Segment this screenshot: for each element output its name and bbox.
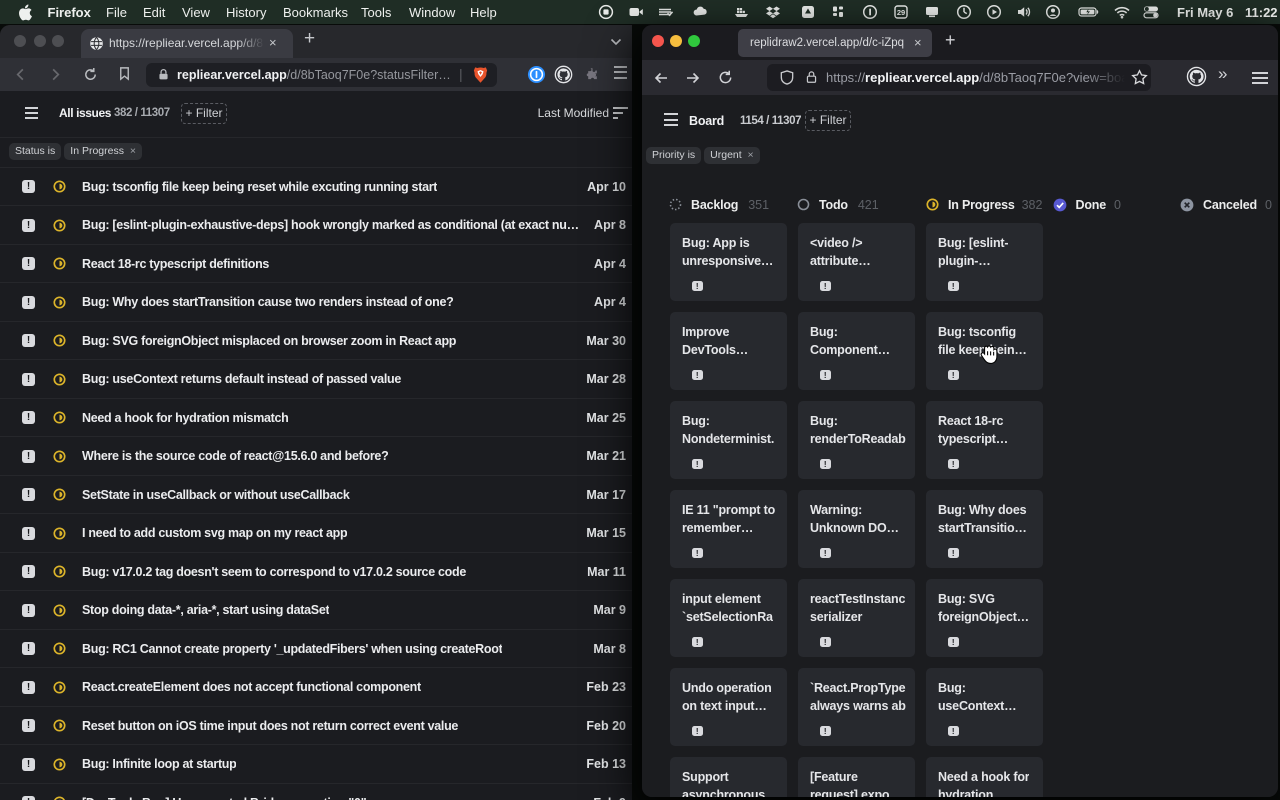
svg-text:29: 29 <box>897 8 905 17</box>
